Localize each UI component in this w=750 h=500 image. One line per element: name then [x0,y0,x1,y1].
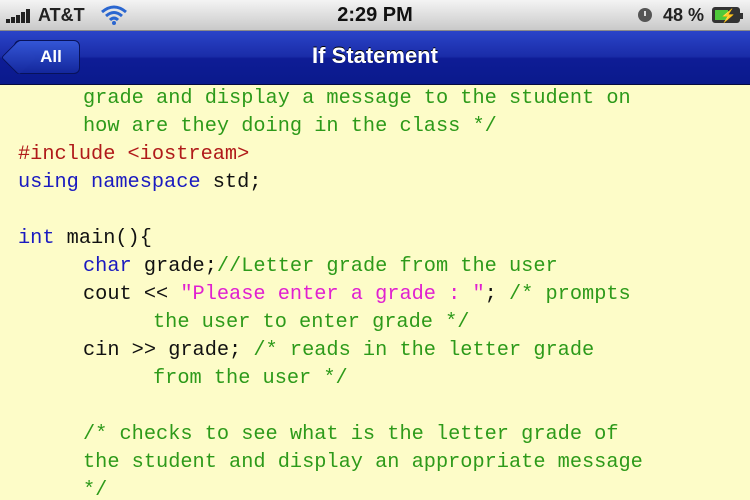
code-line: grade and display a message to the stude… [83,87,631,110]
code-line: int main(){ [18,227,152,250]
status-bar: AT&T 2:29 PM 48 % ⚡ [0,0,750,31]
page-title: If Statement [312,43,438,68]
alarm-icon [638,8,652,22]
code-line: cout << "Please enter a grade : "; /* pr… [83,283,631,306]
code-line: char grade;//Letter grade from the user [83,255,558,278]
code-line: using namespace std; [18,171,262,194]
code-line: from the user */ [153,367,348,390]
battery-percent: 48 % [663,5,705,25]
navigation-bar: All If Statement [0,31,750,85]
code-line: /* checks to see what is the letter grad… [83,423,619,446]
code-viewer[interactable]: grade and display a message to the stude… [0,85,750,500]
code-line: #include <iostream> [18,143,250,166]
code-line: */ [83,479,108,500]
battery-charging-icon: ⚡ [712,7,743,23]
code-line: the student and display an appropriate m… [83,451,643,474]
code-line: the user to enter grade */ [153,311,470,334]
code-line: how are they doing in the class */ [83,115,497,138]
code-line: cin >> grade; /* reads in the letter gra… [83,339,595,362]
